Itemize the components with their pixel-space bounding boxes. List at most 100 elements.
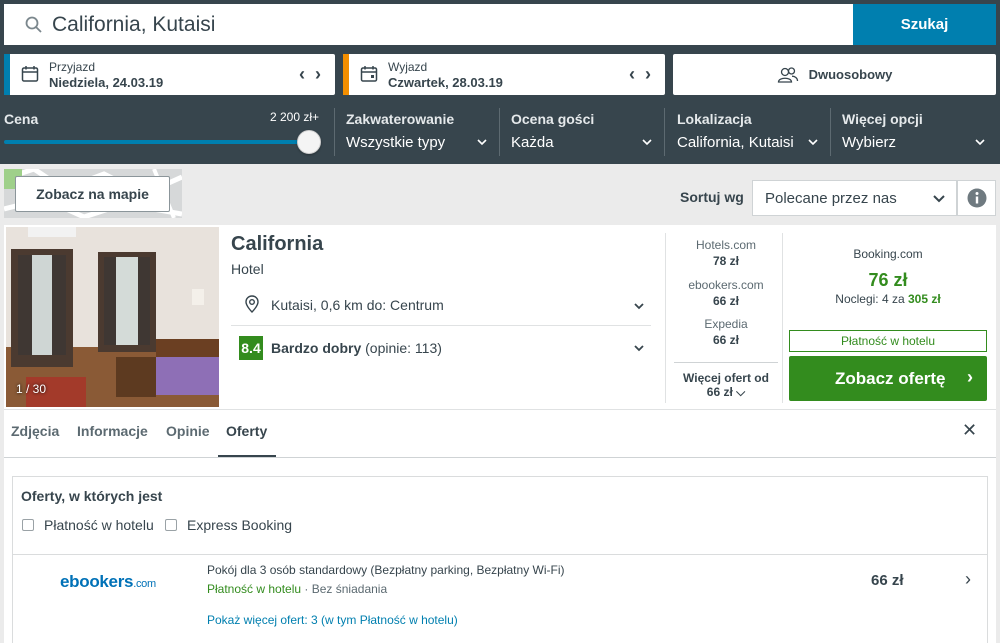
location-pin-icon xyxy=(245,295,259,313)
pay-at-hotel-badge: Płatność w hotelu xyxy=(789,330,987,352)
card-divider xyxy=(665,233,666,403)
provider-name: Expedia xyxy=(704,317,748,331)
search-icon xyxy=(25,16,42,33)
express-booking-checkbox[interactable]: Express Booking xyxy=(165,517,292,533)
price-filter-title: Cena xyxy=(4,111,39,127)
price-slider-handle[interactable] xyxy=(297,130,321,154)
provider-ebookers[interactable]: ebookers.com 66 zł xyxy=(668,278,784,308)
logo-main: ebookers xyxy=(60,572,134,591)
tab-reviews[interactable]: Opinie xyxy=(166,423,210,439)
chevron-down-icon xyxy=(933,195,945,203)
chevron-right-icon[interactable]: › xyxy=(645,64,651,84)
hotel-photo[interactable]: 1 / 30 xyxy=(6,227,219,407)
accommodation-filter-value: Wszystkie typy xyxy=(346,134,446,151)
deal-provider: Booking.com xyxy=(853,247,923,261)
checkin-accent xyxy=(4,54,10,95)
more-offers-price: 66 zł xyxy=(706,385,733,399)
more-options-filter-title: Więcej opcji xyxy=(842,111,923,127)
offer-price: 66 zł xyxy=(871,572,904,589)
checkin-date[interactable]: Przyjazd Niedziela, 24.03.19 ‹ › xyxy=(4,54,335,95)
rating-filter[interactable]: Ocena gości Każda xyxy=(511,103,663,161)
hotel-type: Hotel xyxy=(231,261,264,277)
room-type-selector[interactable]: Dwuosobowy xyxy=(673,54,996,95)
filter-divider xyxy=(664,108,665,156)
offer-description: Pokój dla 3 osób standardowy (Bezpłatny … xyxy=(207,563,565,577)
hotel-location-row[interactable]: Kutaisi, 0,6 km do: Centrum xyxy=(231,288,651,326)
provider-name: ebookers.com xyxy=(688,278,764,292)
pay-at-hotel-checkbox[interactable]: Płatność w hotelu xyxy=(22,517,154,533)
location-filter[interactable]: Lokalizacja California, Kutaisi xyxy=(677,103,829,161)
sort-select-value: Polecane przez nas xyxy=(765,190,897,207)
chevron-down-icon xyxy=(634,303,644,310)
price-slider-track[interactable] xyxy=(4,140,310,144)
chevron-left-icon[interactable]: ‹ xyxy=(629,64,635,84)
offers-divider xyxy=(13,554,987,555)
chevron-left-icon[interactable]: ‹ xyxy=(299,64,305,84)
search-box[interactable] xyxy=(4,4,853,45)
offers-panel: Oferty, w których jest Płatność w hotelu… xyxy=(12,476,988,643)
offer-terms: Płatność w hotelu · Bez śniadania xyxy=(207,582,387,596)
location-filter-title: Lokalizacja xyxy=(677,111,752,127)
hotel-name[interactable]: California xyxy=(231,233,323,256)
search-input[interactable] xyxy=(52,4,842,45)
filter-divider xyxy=(334,108,335,156)
checkbox[interactable] xyxy=(165,519,177,531)
accommodation-filter[interactable]: Zakwaterowanie Wszystkie typy xyxy=(346,103,498,161)
provider-hotels-com[interactable]: Hotels.com 78 zł xyxy=(668,238,784,268)
more-offers-link[interactable]: Więcej ofert od 66 zł ⌵ xyxy=(674,371,778,400)
provider-price: 78 zł xyxy=(712,254,739,268)
search-button[interactable]: Szukaj xyxy=(853,4,996,45)
tabs-bottom-divider xyxy=(4,457,996,458)
provider-price: 66 zł xyxy=(712,294,739,308)
more-offers-price-row: 66 zł ⌵ xyxy=(674,385,778,400)
room-type-label: Dwuosobowy xyxy=(808,67,893,82)
logo-suffix: .com xyxy=(133,578,156,590)
checkout-accent xyxy=(343,54,349,95)
close-icon[interactable]: ✕ xyxy=(962,420,977,441)
show-more-offers-link[interactable]: Pokaż więcej ofert: 3 (w tym Płatność w … xyxy=(207,613,458,627)
photo-counter: 1 / 30 xyxy=(16,382,47,396)
checkout-date[interactable]: Wyjazd Czwartek, 28.03.19 ‹ › xyxy=(343,54,665,95)
info-icon xyxy=(967,188,986,208)
calendar-icon xyxy=(21,66,39,82)
guests-icon xyxy=(777,66,798,83)
checkbox-label: Express Booking xyxy=(187,517,293,533)
offer-breakfast: Bez śniadania xyxy=(311,582,388,596)
info-button[interactable] xyxy=(957,180,996,216)
chevron-down-icon xyxy=(808,139,818,146)
deal-nights-total: 305 zł xyxy=(908,292,941,306)
rating-filter-title: Ocena gości xyxy=(511,111,595,127)
provider-price: 66 zł xyxy=(712,333,739,347)
checkout-label: Wyjazd xyxy=(388,60,428,74)
more-options-filter[interactable]: Więcej opcji Wybierz xyxy=(842,103,996,161)
provider-name: Hotels.com xyxy=(695,238,757,252)
rating-label: Bardzo dobry xyxy=(271,340,362,356)
provider-expedia[interactable]: Expedia 66 zł xyxy=(668,317,784,347)
chevron-right-icon[interactable]: › xyxy=(965,569,971,590)
chevron-down-icon xyxy=(975,139,985,146)
tab-offers[interactable]: Oferty xyxy=(226,423,267,439)
chevron-down-icon xyxy=(477,139,487,146)
filter-divider xyxy=(499,108,500,156)
tabs-top-divider xyxy=(4,409,996,410)
hotel-card: 1 / 30 California Hotel Kutaisi, 0,6 km … xyxy=(4,225,996,643)
tab-info[interactable]: Informacje xyxy=(77,423,148,439)
show-map-button[interactable]: Zobacz na mapie xyxy=(15,176,170,212)
hotel-rating-row[interactable]: 8.4 Bardzo dobry (opinie: 113) xyxy=(231,327,651,369)
chevron-right-icon: › xyxy=(967,367,973,387)
location-filter-value: California, Kutaisi xyxy=(677,134,794,151)
tab-photos[interactable]: Zdjęcia xyxy=(11,423,59,439)
filter-divider xyxy=(830,108,831,156)
sort-label: Sortuj wg xyxy=(680,189,744,205)
checkin-value: Niedziela, 24.03.19 xyxy=(49,75,164,90)
rating-filter-value: Każda xyxy=(511,134,554,151)
checkbox[interactable] xyxy=(22,519,34,531)
checkbox-label: Płatność w hotelu xyxy=(44,517,154,533)
sort-select[interactable]: Polecane przez nas xyxy=(752,180,957,216)
offer-separator: · xyxy=(304,582,309,596)
deal-nights: Noclegi: 4 za 305 zł xyxy=(789,292,987,306)
checkin-label: Przyjazd xyxy=(49,60,96,74)
providers-divider xyxy=(674,362,778,363)
view-deal-button[interactable]: Zobacz ofertę › xyxy=(789,356,987,401)
chevron-right-icon[interactable]: › xyxy=(315,64,321,84)
